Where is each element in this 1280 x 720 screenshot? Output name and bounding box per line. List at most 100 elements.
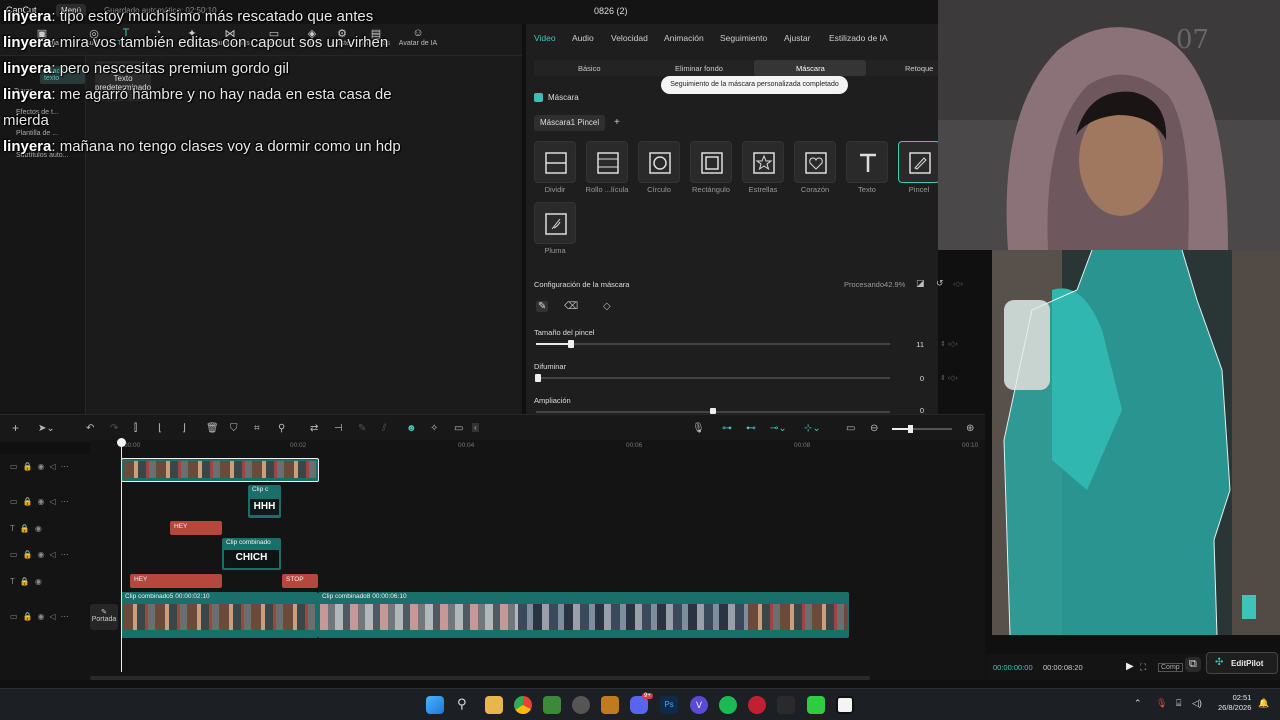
playhead[interactable]	[121, 440, 122, 672]
keyframe-icon[interactable]: ‹◇›	[953, 280, 963, 288]
v-app-icon[interactable]: V	[690, 696, 708, 714]
select-tool-icon[interactable]: ➤⌄	[38, 423, 55, 434]
trim-right-icon[interactable]: ⌋	[182, 423, 186, 434]
notification-bell-icon[interactable]: 🔔	[1258, 698, 1269, 709]
red-app-icon[interactable]	[748, 696, 766, 714]
tray-expand-icon[interactable]: ⌃	[1134, 698, 1142, 709]
clip-top-video[interactable]	[121, 458, 319, 482]
mirror-icon[interactable]: ⫽	[382, 423, 386, 434]
screenshot-icon[interactable]: ⧉	[1185, 657, 1201, 672]
eraser-icon[interactable]: ◇	[603, 301, 611, 312]
tab-ai-style[interactable]: Estilizado de IA	[829, 33, 888, 43]
subtab-remove-bg[interactable]: Eliminar fondo	[675, 64, 723, 73]
pen-tool-icon[interactable]: ✎	[358, 423, 366, 434]
compare-icon[interactable]: ◪	[916, 278, 925, 289]
link-icon[interactable]: ⊶	[722, 423, 732, 434]
mask-brush[interactable]	[898, 141, 940, 183]
shield-icon[interactable]: ⛉	[230, 423, 238, 434]
chrome-icon[interactable]	[514, 696, 532, 714]
magic-icon[interactable]: ⚲	[278, 423, 285, 434]
mask-heart[interactable]	[794, 141, 836, 183]
zoom-in-icon[interactable]: ⊕	[966, 423, 974, 434]
volume-icon[interactable]: ◁)	[1192, 698, 1202, 709]
mask-circle[interactable]	[638, 141, 680, 183]
track-controls[interactable]: ▭🔒◉◁⋯	[10, 612, 74, 621]
spotify-icon[interactable]	[719, 696, 737, 714]
obs-icon[interactable]	[572, 696, 590, 714]
subtab-basic[interactable]: Básico	[578, 64, 601, 73]
freeze-icon[interactable]: ⊣	[334, 423, 343, 434]
time-ruler[interactable]: 00:00 00:02 00:04 00:06 00:08 00:10	[90, 440, 985, 454]
start-icon[interactable]	[426, 696, 444, 714]
tab-video[interactable]: Video	[534, 33, 556, 43]
tab-speed[interactable]: Velocidad	[611, 33, 648, 43]
clip-overlay-small[interactable]: Clip c HHH	[248, 485, 281, 518]
track-controls[interactable]: T🔒◉	[10, 577, 47, 586]
expand-value[interactable]: 0	[898, 406, 924, 414]
clip-combined-overlay[interactable]: Clip combinado CHICH	[222, 538, 281, 570]
wallet-icon[interactable]	[601, 696, 619, 714]
mask-checkbox[interactable]	[534, 93, 543, 102]
undo-icon[interactable]: ↶	[86, 423, 94, 434]
brush-size-value[interactable]: 11	[898, 340, 924, 349]
add-mask-button[interactable]: +	[614, 117, 620, 128]
zoom-out-icon[interactable]: ⊖	[870, 423, 878, 434]
feather-knob[interactable]	[535, 374, 541, 382]
minecraft-icon[interactable]	[543, 696, 561, 714]
play-icon[interactable]: ▶	[1126, 661, 1134, 672]
feather-value[interactable]: 0	[898, 374, 924, 383]
feather-track[interactable]	[536, 377, 890, 379]
tab-adjust[interactable]: Ajustar	[784, 33, 810, 43]
main-clip-1[interactable]: Clip combinado5 00:00:02:10	[121, 592, 318, 638]
track-controls[interactable]: ▭🔒◉◁⋯	[10, 462, 74, 471]
magnet-icon[interactable]: ⊷	[746, 423, 756, 434]
file-explorer-icon[interactable]	[485, 696, 503, 714]
text-clip-hey-1[interactable]: HEY	[170, 521, 222, 535]
brush-size-knob[interactable]	[568, 340, 575, 348]
snap-icon[interactable]: ⊸⌄	[770, 423, 787, 434]
tab-animation[interactable]: Animación	[664, 33, 704, 43]
subtab-retouch[interactable]: Retoque	[905, 64, 933, 73]
feather-stepper-icon[interactable]: ⇕ ‹◇›	[940, 374, 958, 382]
mic-tray-icon[interactable]: 🎙	[1156, 698, 1167, 709]
text-clip-stop[interactable]: STOP	[282, 574, 318, 588]
brush-tool-icon[interactable]: ✎	[536, 301, 549, 312]
brush-size-stepper-icon[interactable]: ⇕ ‹◇›	[940, 340, 958, 348]
capcut-icon[interactable]	[836, 696, 854, 714]
person-icon[interactable]: ☻	[406, 423, 417, 434]
green-app-icon[interactable]	[807, 696, 825, 714]
delete-icon[interactable]: 🗑	[206, 423, 219, 434]
mask-rectangle[interactable]	[690, 141, 732, 183]
caption-icon[interactable]: ▭	[454, 423, 463, 434]
clock[interactable]: 02:51 26/8/2026	[1218, 693, 1251, 713]
track-controls[interactable]: ▭🔒◉◁⋯	[10, 497, 74, 506]
tab-tracking[interactable]: Seguimiento	[720, 33, 767, 43]
brush-size-track[interactable]	[536, 343, 890, 345]
mask-star[interactable]	[742, 141, 784, 183]
trim-left-icon[interactable]: ⌊	[158, 423, 162, 434]
subtab-mask[interactable]: Máscara	[796, 64, 825, 73]
collapse-icon[interactable]: ‹	[472, 423, 479, 432]
mask-filmstrip[interactable]	[586, 141, 628, 183]
compare-button[interactable]: Comp	[1158, 663, 1183, 672]
crop-icon[interactable]: ⌗	[254, 423, 260, 434]
editpilot-button[interactable]: ⧉ ✣ EditPilot	[1185, 652, 1278, 674]
zoom-knob[interactable]	[908, 425, 913, 433]
preview-axis-icon[interactable]: ⊹⌄	[804, 423, 821, 434]
reset-icon[interactable]: ↺	[936, 278, 944, 289]
brush-erase-icon[interactable]: ⌫	[564, 301, 578, 312]
search-icon[interactable]: ⚲	[457, 696, 467, 712]
fit-icon[interactable]: ▭	[846, 423, 855, 434]
mask-pen[interactable]	[534, 202, 576, 244]
split-icon[interactable]: ⫿	[134, 423, 137, 434]
timeline-scrollbar[interactable]	[90, 676, 870, 680]
tab-audio[interactable]: Audio	[572, 33, 594, 43]
track-controls[interactable]: ▭🔒◉◁⋯	[10, 550, 74, 559]
network-icon[interactable]: ⌸	[1176, 698, 1181, 709]
replace-icon[interactable]: ⇄	[310, 423, 318, 434]
redo-icon[interactable]: ↷	[110, 423, 118, 434]
photoshop-icon[interactable]: Ps	[660, 696, 678, 714]
main-clip-2[interactable]: Clip combinado8 00:00:06:10	[318, 592, 849, 638]
playhead-handle[interactable]	[117, 438, 126, 447]
mask-split[interactable]	[534, 141, 576, 183]
